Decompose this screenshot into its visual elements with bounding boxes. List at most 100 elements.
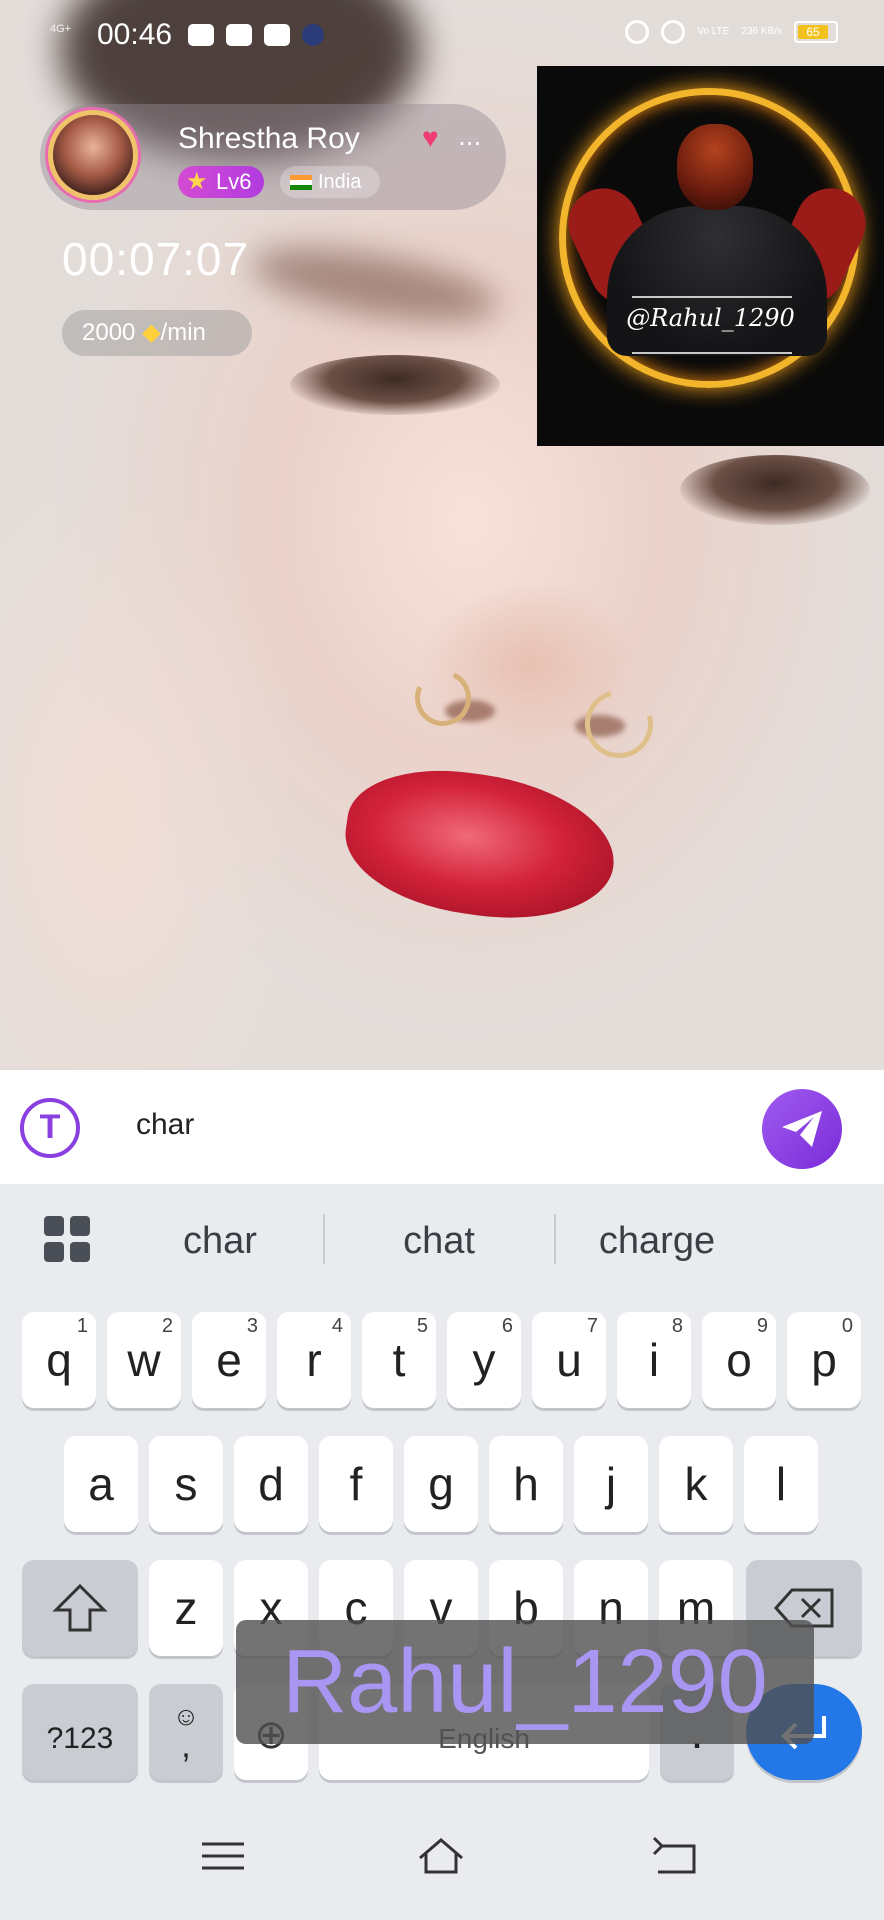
network-speed: 236 KB/s [741,26,782,37]
key-a[interactable]: a [64,1436,138,1532]
headphones-icon [625,20,650,44]
key-q[interactable]: 1q [22,1312,96,1408]
diamond-icon: ◆ [142,319,161,346]
key-h[interactable]: h [489,1436,563,1532]
key-hint: 5 [416,1315,428,1337]
key-hint: 7 [586,1315,598,1337]
key-hint: 3 [246,1315,258,1337]
india-flag-icon [290,175,312,190]
status-time: 00:46 [97,18,173,51]
lips [336,756,624,934]
key-label: w [127,1334,161,1386]
translate-button[interactable]: T [20,1098,80,1158]
apps-grid-icon[interactable] [44,1216,90,1262]
key-i[interactable]: 8i [617,1312,691,1408]
key-e[interactable]: 3e [192,1312,266,1408]
key-label: e [216,1334,242,1386]
key-hint: 2 [161,1315,173,1337]
shift-key[interactable] [22,1560,138,1656]
star-icon: ★ [186,168,208,195]
watermark-overlay: Rahul_1290 [236,1620,814,1744]
key-label: t [392,1334,406,1386]
key-p[interactable]: 0p [787,1312,861,1408]
key-l[interactable]: l [744,1436,818,1532]
key-g[interactable]: g [404,1436,478,1532]
host-avatar[interactable] [48,110,138,200]
app-notification-icon [302,24,324,46]
level-label: Lv6 [216,169,252,194]
key-hint: 0 [841,1315,853,1337]
rate-badge: 2000 ◆/min [62,310,252,356]
country-label: India [318,171,362,193]
symbols-key[interactable]: ?123 [22,1684,138,1780]
key-hint: 1 [76,1315,88,1337]
emoji-comma-key[interactable]: ☺ , [149,1684,223,1780]
home-icon[interactable] [416,1836,466,1876]
key-z[interactable]: z [149,1560,223,1656]
comma-label: , [181,1727,191,1765]
level-badge: ★ Lv6 [178,166,264,198]
key-o[interactable]: 9o [702,1312,776,1408]
send-icon [782,1111,822,1147]
key-t[interactable]: 5t [362,1312,436,1408]
key-label: q [46,1334,72,1386]
key-r[interactable]: 4r [277,1312,351,1408]
translate-icon: T [39,1108,61,1146]
host-name: Shrestha Roy [178,122,360,155]
key-hint: 9 [756,1315,768,1337]
rate-value: 2000 [82,319,136,346]
key-label: p [811,1334,837,1386]
divider [323,1214,325,1264]
rate-unit: /min [160,319,206,346]
notification-icons [188,24,324,46]
status-bar: 4G+ 00:46 Vo LTE 236 KB/s 65 [0,0,884,70]
key-k[interactable]: k [659,1436,733,1532]
country-badge: India [280,166,380,198]
key-hint: 6 [501,1315,513,1337]
volte-indicator: Vo LTE [697,26,730,37]
key-hint: 8 [671,1315,683,1337]
screen-record-icon [188,24,214,46]
key-label: r [306,1334,322,1386]
call-timer: 00:07:07 [62,233,250,285]
key-label: o [726,1334,752,1386]
key-label: u [556,1334,582,1386]
key-y[interactable]: 6y [447,1312,521,1408]
key-u[interactable]: 7u [532,1312,606,1408]
message-bar: T [0,1070,884,1184]
key-w[interactable]: 2w [107,1312,181,1408]
key-d[interactable]: d [234,1436,308,1532]
suggestion[interactable]: char [125,1220,315,1263]
system-icons: Vo LTE 236 KB/s 65 [625,20,838,44]
alarm-icon [661,20,686,44]
key-label: i [648,1334,660,1386]
send-button[interactable] [762,1089,842,1169]
key-hint: 4 [331,1315,343,1337]
self-video-pip[interactable]: @Rahul_1290 [537,66,884,446]
battery-icon: 65 [794,21,838,43]
divider [632,296,792,298]
youtube-icon [226,24,252,46]
key-s[interactable]: s [149,1436,223,1532]
host-profile-card[interactable]: Shrestha Roy ♥ ... ★ Lv6 India [40,104,506,210]
host-name-ellipsis: ... [458,120,482,151]
shift-icon [52,1583,108,1632]
network-indicator: 4G+ [50,23,72,35]
key-label: y [472,1334,496,1386]
message-input[interactable] [136,1108,736,1142]
key-j[interactable]: j [574,1436,648,1532]
person-head [677,124,753,210]
divider [554,1214,556,1264]
divider [632,352,792,354]
suggestion-strip: char chat charge [0,1184,884,1294]
right-eye [680,455,870,525]
key-f[interactable]: f [319,1436,393,1532]
brow [246,233,504,337]
back-icon[interactable] [650,1836,700,1876]
person-figure [607,206,827,356]
menu-icon[interactable] [198,1836,248,1876]
symbols-label: ?123 [46,1722,114,1755]
suggestion[interactable]: chat [344,1220,534,1263]
battery-level: 65 [798,25,828,39]
suggestion[interactable]: charge [562,1220,752,1263]
